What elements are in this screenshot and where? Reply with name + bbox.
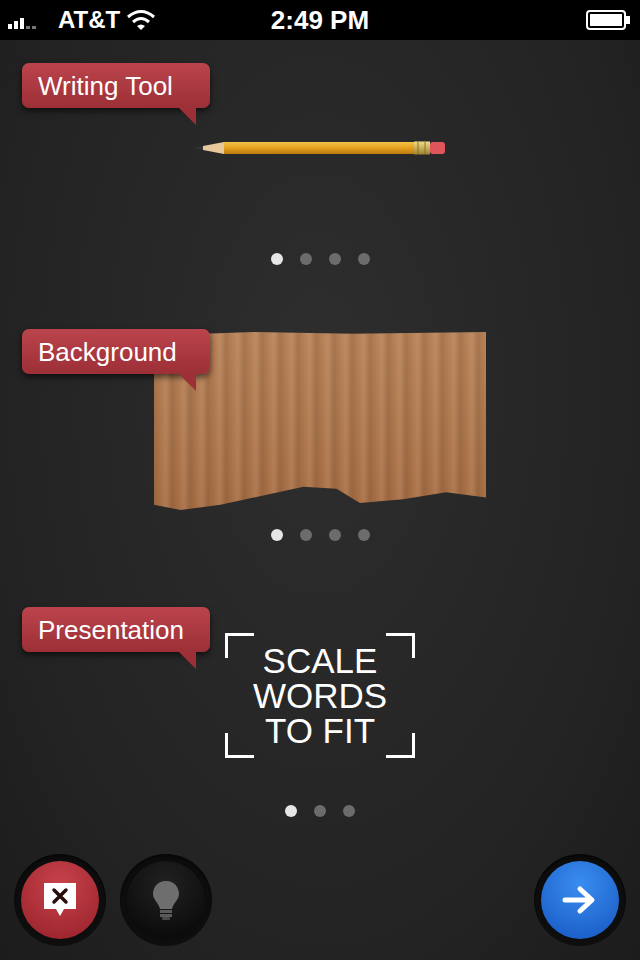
delete-bubble-icon [40, 880, 80, 920]
bracket-corner [225, 633, 254, 658]
section-label: Writing Tool [22, 63, 210, 108]
discard-button-face [21, 861, 99, 939]
page-dot[interactable] [300, 253, 312, 265]
section-label: Background [22, 329, 210, 374]
preview-text: WORDS [253, 678, 387, 713]
page-dots [285, 805, 355, 817]
option-section: Presentation SCALEWORDSTO FIT [0, 607, 640, 817]
page-dot[interactable] [358, 529, 370, 541]
preview-text: SCALE [263, 643, 378, 678]
option-section: Background [0, 329, 640, 541]
tips-button[interactable] [120, 854, 212, 946]
page-dot[interactable] [329, 253, 341, 265]
page-dot[interactable] [300, 529, 312, 541]
status-bar: AT&T 2:49 PM [0, 0, 640, 40]
battery-icon [586, 9, 632, 31]
bracket-corner [386, 733, 415, 758]
section-label: Presentation [22, 607, 210, 652]
tips-button-face [127, 861, 205, 939]
page-dot[interactable] [358, 253, 370, 265]
page-dot[interactable] [329, 529, 341, 541]
page-dot[interactable] [271, 529, 283, 541]
carrier: AT&T [58, 6, 120, 34]
lightbulb-icon [151, 879, 181, 921]
next-button[interactable] [534, 854, 626, 946]
option-section: Writing Tool [0, 63, 640, 265]
wifi-icon [126, 9, 156, 31]
page-dot[interactable] [343, 805, 355, 817]
page-dot[interactable] [285, 805, 297, 817]
signal-icon [8, 10, 52, 30]
next-button-face [541, 861, 619, 939]
pencil-icon [194, 141, 446, 155]
page-dot[interactable] [271, 253, 283, 265]
page-dot[interactable] [314, 805, 326, 817]
bracket-corner [225, 733, 254, 758]
discard-button[interactable] [14, 854, 106, 946]
bracket-corner [386, 633, 415, 658]
clock: 2:49 PM [216, 5, 424, 36]
arrow-right-icon [562, 885, 598, 915]
status-right [424, 9, 632, 31]
status-left: AT&T [8, 6, 216, 34]
toolbar [0, 854, 640, 960]
scale-preview: SCALEWORDSTO FIT [225, 633, 415, 758]
preview-text: TO FIT [265, 713, 375, 748]
page-dots [271, 253, 370, 265]
page-dots [271, 529, 370, 541]
